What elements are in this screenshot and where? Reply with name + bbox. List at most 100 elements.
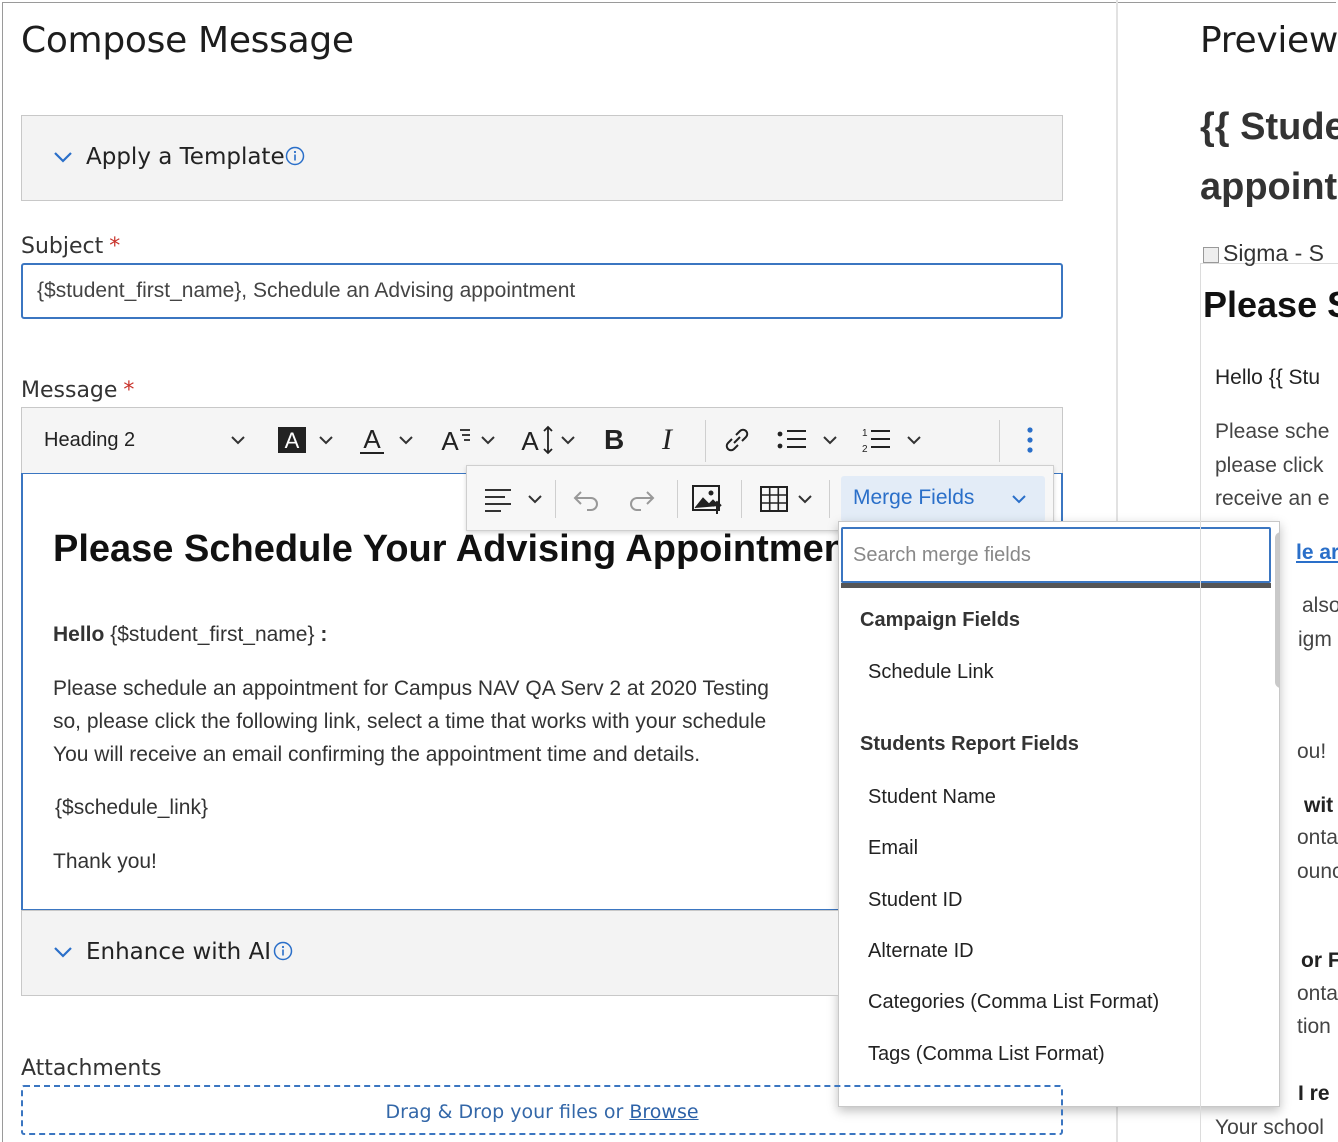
highlight-color-icon: A [278,427,333,453]
group-title-campaign: Campaign Fields [860,609,1021,631]
svg-text:1: 1 [862,428,868,439]
preview-fragment: wit [1304,794,1334,817]
preview-title: Preview [1200,20,1338,61]
toolbar-divider [829,480,830,518]
message-label: Message * [21,378,135,403]
heading-select[interactable]: Heading 2 [44,422,254,458]
preview-fragment: Your school [1215,1116,1324,1139]
link-icon [725,428,749,452]
broken-image-icon [1203,246,1219,263]
preview-fragment: I re [1298,1082,1330,1105]
redo-icon [630,491,655,511]
editor-paragraph-line: You will receive an email confirming the… [53,743,701,766]
chevron-down-icon [54,947,72,958]
preview-broken-image: Sigma - S [1203,240,1324,267]
enhance-ai-accordion[interactable]: Enhance with AI [21,910,839,996]
attachments-dropzone[interactable]: Drag & Drop your files or Browse [21,1085,1063,1135]
apply-template-label: Apply a Template [86,144,285,170]
merge-field-item[interactable]: Tags (Comma List Format) [868,1043,1105,1066]
preview-heading-line: {{ Stude [1200,106,1338,148]
preview-fragment: ounc [1297,860,1338,883]
merge-fields-button[interactable]: Merge Fields [841,476,1045,522]
svg-text:2: 2 [862,444,868,455]
subject-input[interactable]: {$student_first_name}, Schedule an Advis… [21,263,1063,319]
merge-field-item[interactable]: Email [868,837,918,860]
dropzone-text: Drag & Drop your files or [385,1101,624,1123]
merge-field-item[interactable]: Student ID [868,889,963,912]
toolbar-divider [677,480,678,518]
merge-field-item[interactable]: Schedule Link [868,661,994,684]
preview-fragment: tion [1297,1015,1331,1038]
image-upload-icon [692,485,722,514]
editor-greeting: Hello {$student_first_name} : [53,623,328,646]
toolbar-divider [999,420,1000,462]
chevron-down-icon [231,436,245,445]
insert-image-button[interactable] [691,482,725,521]
chevron-down-icon [1012,495,1026,504]
numbered-list-button[interactable]: 12 [858,422,928,458]
editor-paragraph-line: Please schedule an appointment for Campu… [53,677,769,700]
preview-fragment: also [1302,594,1338,617]
redo-button[interactable] [627,484,657,519]
italic-button[interactable]: I [662,422,672,458]
preview-schedule-link[interactable]: le ar [1296,541,1338,565]
svg-text:A: A [363,424,381,454]
more-vertical-icon [1027,427,1033,453]
merge-fields-label: Merge Fields [853,486,975,509]
font-color-icon: A [360,424,413,454]
numbered-list-icon: 12 [862,428,921,455]
editor-heading: Please Schedule Your Advising Appointmen… [53,528,860,570]
bold-button[interactable]: B [604,422,624,458]
required-asterisk: * [123,378,135,403]
preview-paragraph-line: Please sche [1215,420,1330,443]
toolbar-divider [705,420,706,462]
font-background-color-button[interactable]: A [278,422,344,458]
chevron-down-icon [54,152,72,163]
undo-icon [573,491,598,511]
alignment-button[interactable] [483,482,549,521]
apply-template-accordion[interactable]: Apply a Template [21,115,1063,201]
info-icon[interactable] [273,941,293,961]
table-icon [760,486,812,512]
merge-field-item[interactable]: Alternate ID [868,940,974,963]
preview-fragment: or F [1301,949,1338,972]
svg-text:A: A [285,428,300,453]
editor-paragraph-line: so, please click the following link, sel… [53,710,767,733]
preview-fragment: ou! [1297,740,1327,763]
preview-paragraph-line: receive an e [1215,487,1330,510]
compose-title: Compose Message [21,20,354,61]
browse-link[interactable]: Browse [629,1101,698,1123]
editor-thanks: Thank you! [53,850,157,873]
svg-text:A: A [441,426,459,456]
merge-field-item[interactable]: Student Name [868,786,996,809]
svg-text:A: A [521,426,539,456]
font-size-button[interactable]: A [516,422,582,458]
info-icon[interactable] [285,146,305,166]
bullet-list-button[interactable] [774,422,844,458]
preview-fragment: onta [1297,826,1338,849]
editor-toolbar: Heading 2 A A A A B I 12 [21,407,1063,473]
link-button[interactable] [722,422,752,458]
attachments-label: Attachments [21,1056,162,1081]
heading-select-value: Heading 2 [44,428,136,451]
insert-table-button[interactable] [759,484,825,519]
preview-email-frame [1200,263,1338,1142]
undo-button[interactable] [571,484,601,519]
preview-paragraph-line: please click [1215,454,1324,477]
preview-fragment: onta [1297,982,1338,1005]
align-left-icon [485,489,542,512]
preview-greeting: Hello {{ Stu [1215,366,1321,389]
font-family-button[interactable]: A [438,422,504,458]
editor-schedule-link: {$schedule_link} [55,796,208,819]
font-size-icon: A [521,425,575,456]
subject-label: Subject * [21,234,121,259]
merge-field-item[interactable]: Categories (Comma List Format) [868,991,1159,1014]
group-title-students: Students Report Fields [860,733,1079,755]
more-tools-button[interactable] [1018,422,1042,458]
font-color-button[interactable]: A [358,422,424,458]
preview-h2: Please S [1203,284,1338,325]
toolbar-divider [741,480,742,518]
bulleted-list-icon [777,430,837,449]
font-family-icon: A [441,426,495,456]
enhance-ai-label: Enhance with AI [86,939,272,965]
